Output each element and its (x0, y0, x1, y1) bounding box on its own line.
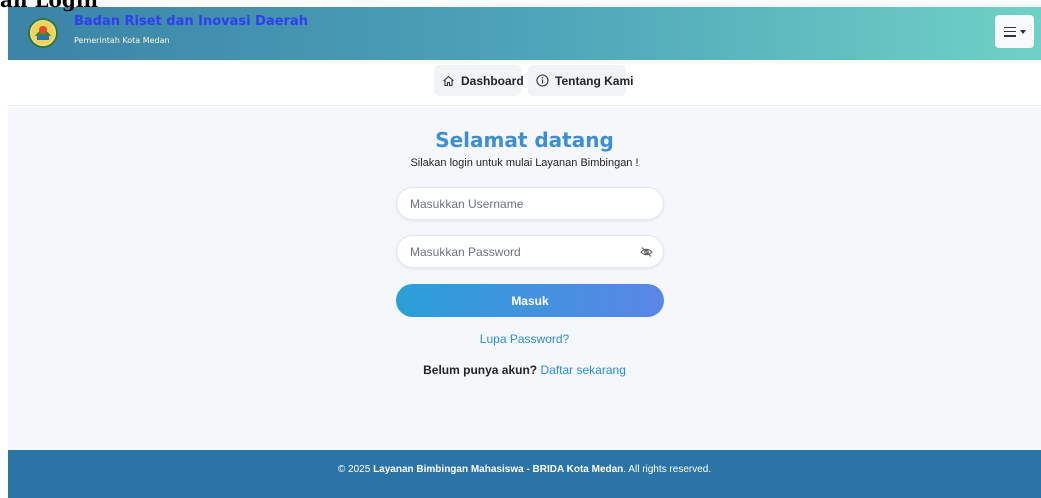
password-field[interactable] (396, 235, 664, 268)
brand-subtitle: Pemerintah Kota Medan (74, 36, 170, 45)
username-input[interactable] (410, 188, 630, 219)
footer: © 2025 Layanan Bimbingan Mahasiswa - BRI… (8, 450, 1041, 498)
login-submit-button[interactable]: Masuk (396, 284, 664, 317)
caret-down-icon (1019, 29, 1026, 34)
copyright-year: 2025 (348, 464, 371, 475)
forgot-password-link[interactable]: Lupa Password? (8, 332, 1041, 346)
page-heading: an Login (0, 0, 98, 12)
login-section: Selamat datang Silakan login untuk mulai… (8, 107, 1041, 450)
footer-brand: Layanan Bimbingan Mahasiswa - BRIDA Kota… (373, 464, 624, 475)
register-question: Belum punya akun? (423, 363, 538, 377)
username-field[interactable] (396, 187, 664, 220)
home-icon (443, 75, 454, 86)
eye-slash-icon[interactable] (640, 246, 653, 258)
copyright-symbol: © (337, 464, 346, 475)
nav-about-button[interactable]: Tentang Kami (528, 65, 633, 96)
top-navbar: Badan Riset dan Inovasi Daerah Pemerinta… (8, 7, 1041, 60)
sub-navigation: Dashboard Tentang Kami (8, 60, 1041, 106)
nav-dashboard-label: Dashboard (461, 73, 524, 88)
info-icon (536, 74, 549, 87)
menu-toggle-button[interactable] (995, 15, 1034, 48)
register-prompt: Belum punya akun? Daftar sekarang (8, 363, 1041, 377)
brand-title[interactable]: Badan Riset dan Inovasi Daerah (74, 14, 308, 29)
city-emblem-icon[interactable] (28, 18, 58, 48)
password-input[interactable] (410, 236, 630, 267)
register-link[interactable]: Daftar sekarang (540, 363, 625, 377)
footer-suffix: . All rights reserved. (623, 464, 712, 475)
welcome-subtitle: Silakan login untuk mulai Layanan Bimbin… (410, 157, 639, 169)
nav-about-label: Tentang Kami (555, 73, 634, 88)
hamburger-icon (1003, 26, 1016, 37)
nav-dashboard-button[interactable]: Dashboard (434, 65, 524, 96)
welcome-title: Selamat datang (435, 128, 614, 152)
